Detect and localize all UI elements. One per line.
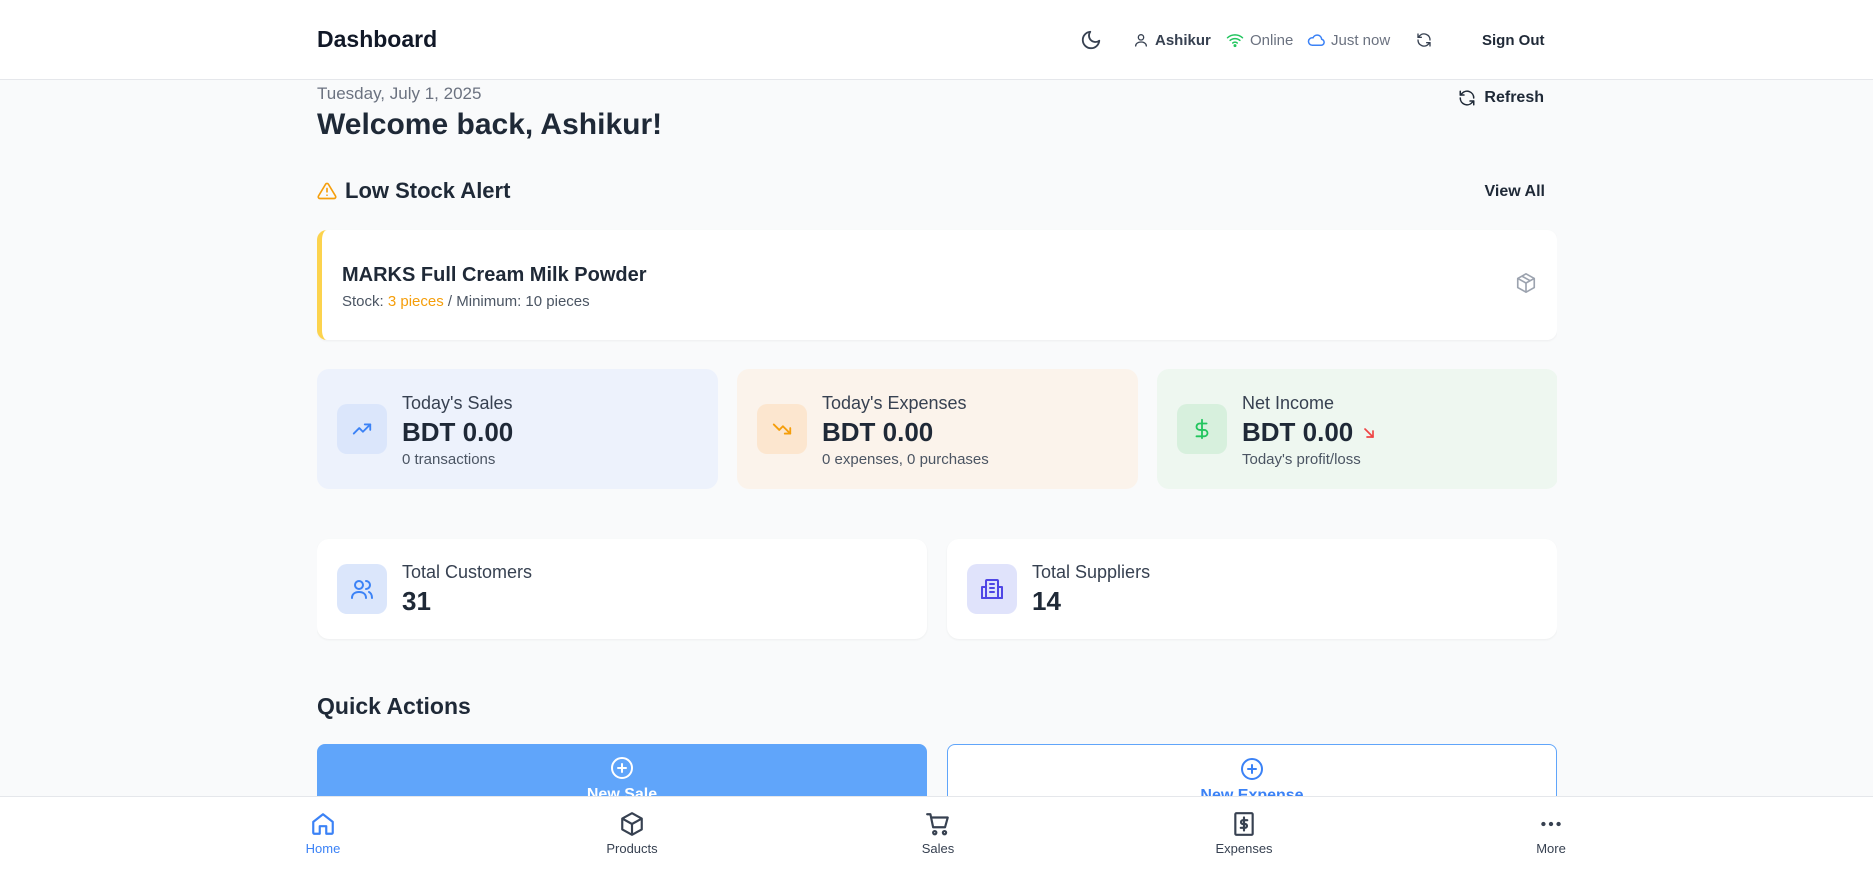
sync-status-text: Just now bbox=[1331, 31, 1391, 49]
total-suppliers-card: Total Suppliers 14 bbox=[947, 539, 1557, 639]
plus-circle-icon bbox=[610, 756, 634, 780]
refresh-icon bbox=[1416, 32, 1432, 48]
new-expense-button[interactable]: New Expense bbox=[947, 744, 1557, 796]
net-income-card: Net Income BDT 0.00 Today's profit/loss bbox=[1157, 369, 1557, 489]
stat-value: BDT 0.00 bbox=[1242, 417, 1377, 448]
cart-icon bbox=[925, 811, 951, 837]
nav-home-label: Home bbox=[305, 841, 341, 856]
sign-out-label: Sign Out bbox=[1482, 31, 1545, 49]
count-value: 31 bbox=[402, 586, 431, 616]
package-icon bbox=[1515, 272, 1537, 294]
user-icon bbox=[1133, 32, 1149, 48]
low-stock-header: Low Stock Alert bbox=[317, 178, 510, 204]
nav-products-label: Products bbox=[606, 841, 658, 856]
nav-products[interactable]: Products bbox=[582, 811, 682, 856]
stat-label: Net Income bbox=[1242, 393, 1335, 413]
stat-value-text: BDT 0.00 bbox=[822, 417, 934, 447]
product-name: MARKS Full Cream Milk Powder bbox=[342, 264, 647, 286]
low-stock-title: Low Stock Alert bbox=[345, 178, 511, 203]
stat-sub: Today's profit/loss bbox=[1242, 451, 1361, 468]
cloud-icon bbox=[1307, 33, 1325, 47]
new-sale-label: New Sale bbox=[586, 786, 658, 796]
stock-info: Stock: 3 pieces / Minimum: 10 pieces bbox=[342, 293, 590, 310]
stat-value-text: BDT 0.00 bbox=[1242, 417, 1354, 447]
wifi-icon bbox=[1226, 32, 1244, 48]
stat-value: BDT 0.00 bbox=[822, 417, 933, 448]
stat-sub: 0 expenses, 0 purchases bbox=[822, 451, 989, 468]
warning-icon bbox=[317, 181, 337, 201]
count-label: Total Customers bbox=[402, 562, 533, 582]
refresh-icon bbox=[1458, 89, 1476, 107]
nav-sales-label: Sales bbox=[921, 841, 955, 856]
plus-circle-icon bbox=[1240, 757, 1264, 781]
main-content: Tuesday, July 1, 2025 Welcome back, Ashi… bbox=[317, 80, 1557, 796]
top-bar: Dashboard Ashikur Online Just now Sign O… bbox=[0, 0, 1873, 80]
sign-out-button[interactable]: Sign Out bbox=[1482, 0, 1545, 80]
stat-label: Today's Sales bbox=[402, 393, 513, 413]
online-status-text: Online bbox=[1250, 31, 1294, 49]
more-icon bbox=[1538, 811, 1564, 837]
current-date: Tuesday, July 1, 2025 bbox=[317, 84, 482, 103]
new-expense-label: New Expense bbox=[1200, 787, 1304, 796]
box-icon bbox=[619, 811, 645, 837]
receipt-icon bbox=[1231, 811, 1257, 837]
new-sale-button[interactable]: New Sale bbox=[317, 744, 927, 796]
nav-sales[interactable]: Sales bbox=[888, 811, 988, 856]
count-value: 14 bbox=[1032, 586, 1061, 616]
stat-sub: 0 transactions bbox=[402, 451, 496, 468]
stock-label: Stock: bbox=[342, 293, 384, 310]
user-indicator: Ashikur bbox=[1133, 0, 1211, 80]
bottom-nav: Home Products Sales Expenses More bbox=[0, 796, 1873, 877]
sync-button[interactable] bbox=[1416, 0, 1432, 80]
quick-actions-title: Quick Actions bbox=[317, 693, 471, 719]
theme-toggle-button[interactable] bbox=[1080, 0, 1102, 80]
count-label: Total Suppliers bbox=[1032, 562, 1151, 582]
trending-down-icon bbox=[757, 404, 807, 454]
building-icon bbox=[967, 564, 1017, 614]
refresh-button[interactable]: Refresh bbox=[1458, 83, 1544, 113]
view-all-link[interactable]: View All bbox=[1485, 183, 1545, 201]
online-status: Online bbox=[1226, 0, 1293, 80]
todays-sales-card: Today's Sales BDT 0.00 0 transactions bbox=[317, 369, 718, 489]
dollar-icon bbox=[1177, 404, 1227, 454]
arrow-down-right-icon bbox=[1361, 425, 1377, 441]
home-icon bbox=[310, 811, 336, 837]
nav-expenses-label: Expenses bbox=[1215, 841, 1273, 856]
stat-value: BDT 0.00 bbox=[402, 417, 513, 448]
user-name: Ashikur bbox=[1155, 31, 1211, 49]
welcome-heading: Welcome back, Ashikur! bbox=[317, 108, 663, 141]
stock-value: 3 pieces bbox=[387, 293, 444, 310]
nav-home[interactable]: Home bbox=[273, 811, 373, 856]
sync-status: Just now bbox=[1307, 0, 1390, 80]
trending-up-icon bbox=[337, 404, 387, 454]
nav-more-label: More bbox=[1536, 841, 1566, 856]
nav-expenses[interactable]: Expenses bbox=[1194, 811, 1294, 856]
stat-value-text: BDT 0.00 bbox=[402, 417, 514, 447]
stat-label: Today's Expenses bbox=[822, 393, 967, 413]
moon-icon bbox=[1080, 29, 1102, 51]
todays-expenses-card: Today's Expenses BDT 0.00 0 expenses, 0 … bbox=[737, 369, 1138, 489]
refresh-label: Refresh bbox=[1484, 89, 1544, 106]
low-stock-item[interactable]: MARKS Full Cream Milk Powder Stock: 3 pi… bbox=[317, 230, 1557, 340]
nav-more[interactable]: More bbox=[1501, 811, 1601, 856]
page-title: Dashboard bbox=[317, 26, 438, 52]
users-icon bbox=[337, 564, 387, 614]
total-customers-card: Total Customers 31 bbox=[317, 539, 927, 639]
stock-minimum: / Minimum: 10 pieces bbox=[447, 293, 590, 310]
